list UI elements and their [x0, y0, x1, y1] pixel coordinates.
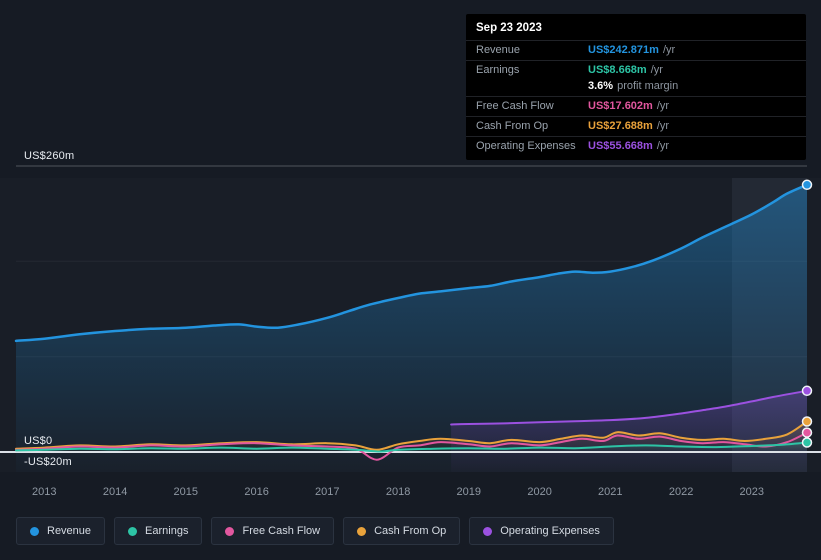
tooltip-suffix: /yr — [656, 100, 670, 112]
tooltip-value: US$17.602m — [588, 100, 653, 112]
cash-from-op-end-marker[interactable] — [801, 416, 813, 427]
tooltip-suffix: /yr — [656, 140, 670, 152]
legend-item-cash-from-op[interactable]: Cash From Op — [343, 517, 461, 545]
tooltip-row-profit-margin: 3.6% profit margin — [466, 80, 806, 96]
y-axis-label-zero: US$0 — [24, 435, 53, 447]
x-tick-label: 2022 — [669, 486, 693, 498]
tooltip-row-cash-from-op: Cash From Op US$27.688m /yr — [466, 116, 806, 136]
tooltip-value: 3.6% — [588, 80, 614, 92]
tooltip-suffix: profit margin — [617, 80, 679, 92]
tooltip-value: US$8.668m — [588, 64, 647, 76]
legend-item-operating-expenses[interactable]: Operating Expenses — [469, 517, 614, 545]
chart-legend: Revenue Earnings Free Cash Flow Cash Fro… — [16, 517, 614, 545]
tooltip-row-revenue: Revenue US$242.871m /yr — [466, 40, 806, 60]
x-tick-label: 2014 — [103, 486, 127, 498]
legend-item-revenue[interactable]: Revenue — [16, 517, 106, 545]
tooltip-value: US$242.871m — [588, 44, 659, 56]
legend-label: Operating Expenses — [500, 525, 600, 537]
chart-panel: 2013 2014 2015 2016 2017 2018 2019 2020 2021 2022… — [0, 0, 821, 560]
operating-expenses-end-marker[interactable] — [801, 385, 813, 397]
operating-expenses-dot-icon — [483, 526, 493, 536]
tooltip-date: Sep 23 2023 — [476, 22, 542, 34]
x-tick-label: 2015 — [174, 486, 198, 498]
legend-item-free-cash-flow[interactable]: Free Cash Flow — [211, 517, 335, 545]
tooltip-label: Earnings — [476, 64, 520, 76]
tooltip-row-free-cash-flow: Free Cash Flow US$17.602m /yr — [466, 96, 806, 116]
tooltip-suffix: /yr — [662, 44, 676, 56]
x-tick-label: 2018 — [386, 486, 410, 498]
y-axis-label-neg20m: -US$20m — [24, 456, 72, 468]
tooltip-label: Free Cash Flow — [476, 100, 554, 112]
cash-from-op-dot-icon — [357, 526, 367, 536]
revenue-dot-icon — [30, 526, 39, 536]
tooltip-suffix: /yr — [656, 120, 670, 132]
y-axis-label-260m: US$260m — [24, 150, 75, 162]
x-tick-label: 2023 — [740, 486, 764, 498]
earnings-end-marker[interactable] — [801, 437, 813, 448]
data-tooltip: Sep 23 2023 Revenue US$242.871m /yr Earn… — [466, 14, 806, 160]
revenue-end-marker[interactable] — [801, 179, 813, 191]
tooltip-row-earnings: Earnings US$8.668m /yr — [466, 60, 806, 80]
x-tick-label: 2017 — [315, 486, 339, 498]
x-tick-label: 2021 — [598, 486, 622, 498]
tooltip-label: Cash From Op — [476, 120, 549, 132]
x-tick-label: 2020 — [527, 486, 551, 498]
free-cash-flow-end-marker[interactable] — [801, 427, 813, 438]
legend-label: Cash From Op — [374, 525, 447, 537]
tooltip-suffix: /yr — [650, 64, 663, 76]
tooltip-value: US$27.688m — [588, 120, 653, 132]
legend-label: Revenue — [47, 525, 92, 537]
legend-item-earnings[interactable]: Earnings — [114, 517, 203, 545]
x-tick-label: 2013 — [32, 486, 56, 498]
tooltip-label: Revenue — [476, 44, 521, 56]
tooltip-value: US$55.668m — [588, 140, 653, 152]
tooltip-row-operating-expenses: Operating Expenses US$55.668m /yr — [466, 136, 806, 156]
legend-label: Free Cash Flow — [242, 525, 321, 537]
x-tick-label: 2019 — [457, 486, 481, 498]
earnings-dot-icon — [128, 526, 138, 536]
x-tick-label: 2016 — [244, 486, 268, 498]
legend-label: Earnings — [145, 525, 189, 537]
tooltip-label: Operating Expenses — [476, 140, 576, 152]
free-cash-flow-dot-icon — [225, 526, 235, 536]
